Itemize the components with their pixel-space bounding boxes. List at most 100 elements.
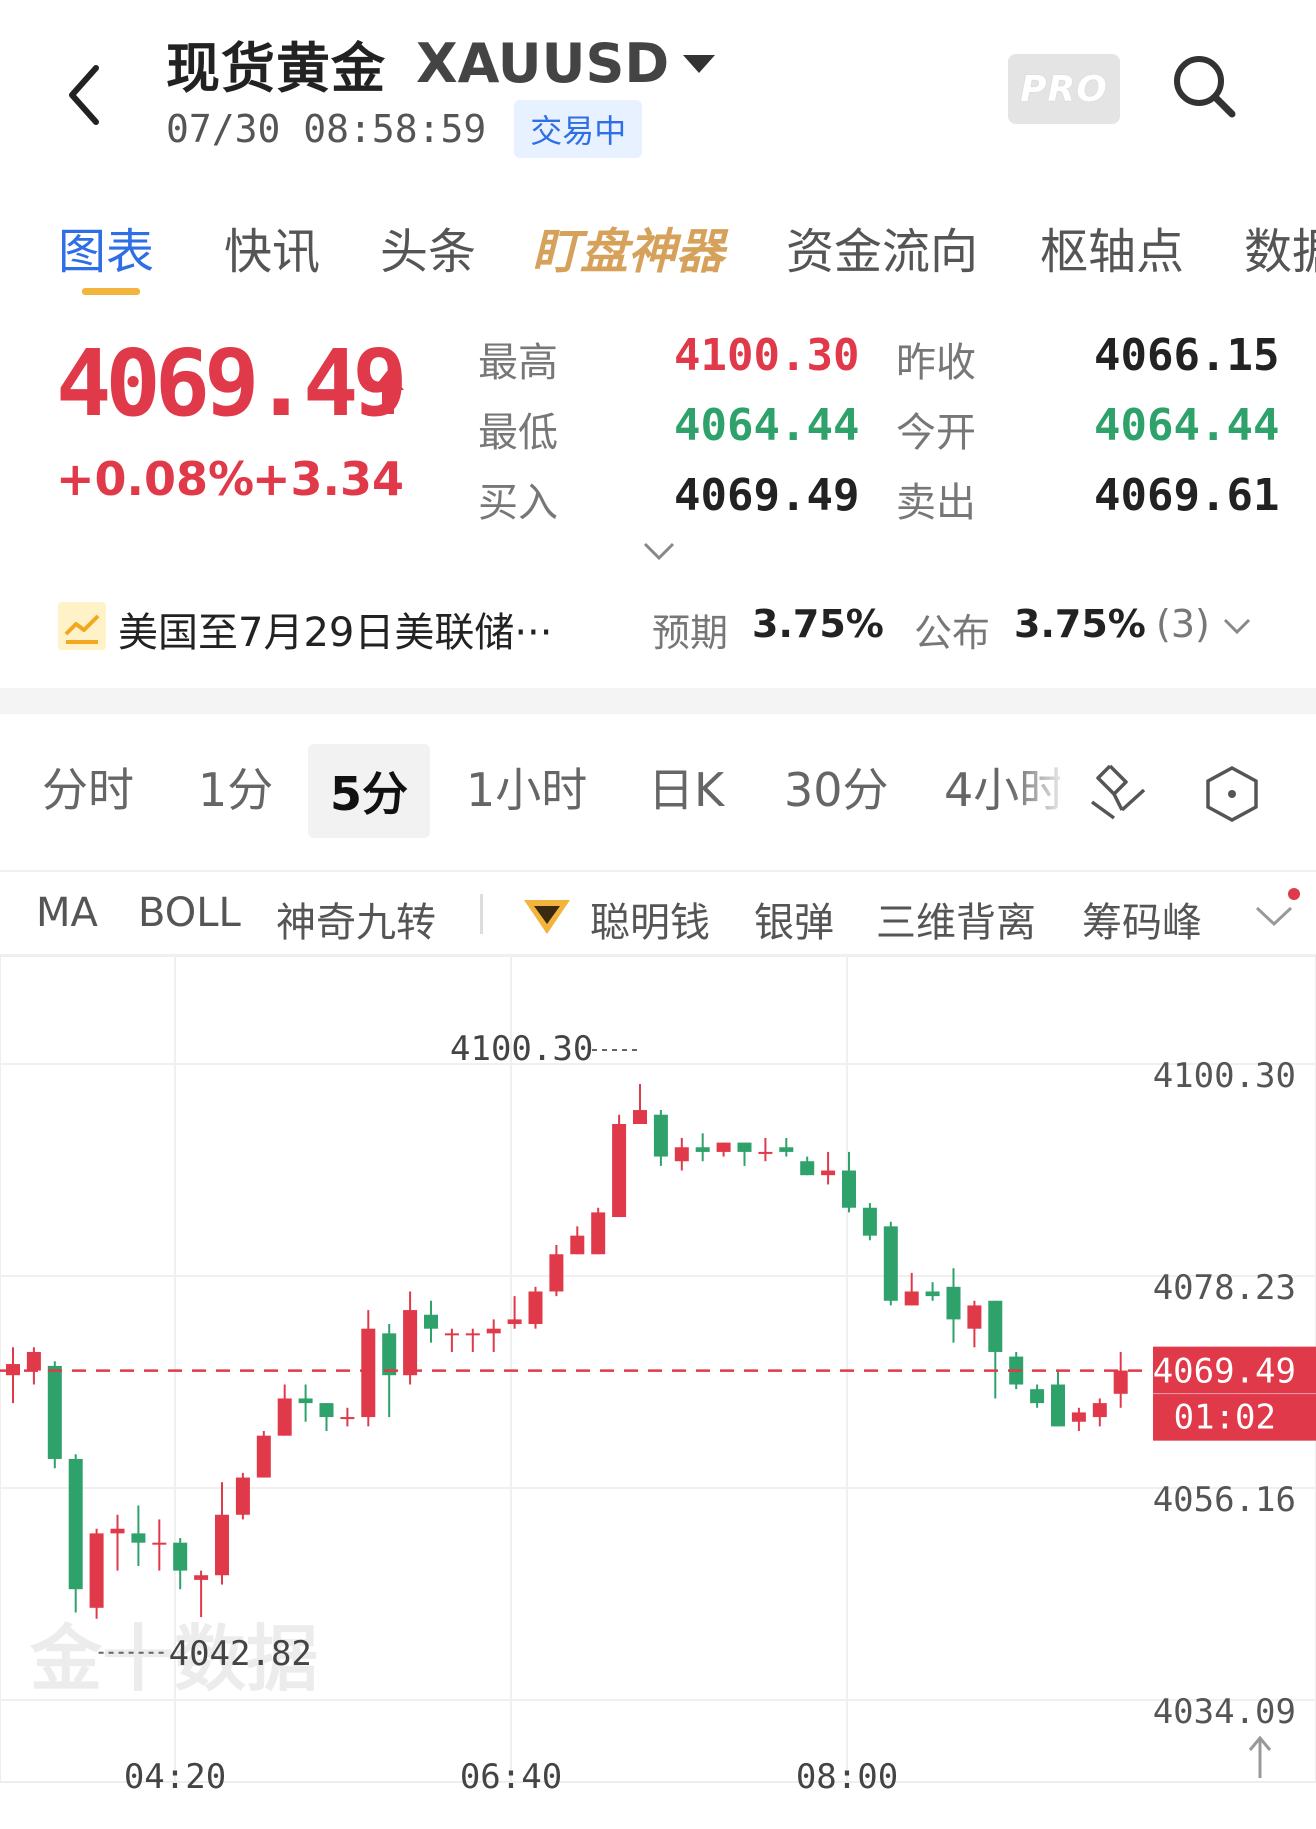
pro-button[interactable]: PRO	[1008, 54, 1120, 124]
candle-body	[382, 1333, 397, 1376]
candle-body	[235, 1477, 250, 1515]
low-value: 4064.44	[674, 400, 860, 451]
candle-body	[862, 1207, 877, 1236]
period-1hour[interactable]: 1小时	[466, 754, 587, 820]
max-price-annotation: 4100.30	[450, 1029, 593, 1069]
period-30min[interactable]: 30分	[784, 754, 889, 820]
x-tick-label: 04:20	[124, 1757, 226, 1797]
candle-body	[444, 1333, 459, 1336]
scroll-fade	[1010, 734, 1070, 844]
bid-value: 4069.49	[674, 470, 860, 521]
period-daily[interactable]: 日K	[648, 754, 724, 820]
diamond-icon	[524, 900, 570, 934]
tab-chart[interactable]: 图表	[58, 212, 154, 282]
notification-dot	[1288, 888, 1300, 900]
event-count: (3)	[1156, 602, 1210, 646]
economic-event-ticker[interactable]: 美国至7月29日美联储··· 预期 3.75% 公布 3.75% (3)	[0, 590, 1316, 670]
tab-data[interactable]: 数据	[1244, 212, 1316, 282]
published-value: 3.75%	[1014, 602, 1146, 646]
quote-panel: 4069.49 +0.08% +3.34 最高 4100.30 昨收 4066.…	[0, 330, 1316, 561]
candle-body	[1092, 1403, 1107, 1418]
back-arrow-icon[interactable]	[52, 50, 122, 140]
chevron-down-icon[interactable]	[1222, 616, 1252, 636]
tab-pivot-points[interactable]: 枢轴点	[1040, 212, 1184, 282]
quote-timestamp: 07/30 08:58:59	[166, 107, 487, 151]
x-tick-label: 06:40	[460, 1757, 562, 1797]
indicator-ma[interactable]: MA	[36, 890, 98, 936]
instrument-title: 现货黄金	[166, 37, 386, 100]
settings-hexagon-icon[interactable]	[1200, 762, 1264, 826]
expand-chevron-icon[interactable]	[642, 540, 676, 562]
candle-body	[1030, 1389, 1045, 1404]
indicator-magic-nine[interactable]: 神奇九转	[276, 890, 436, 948]
x-tick-label: 08:00	[796, 1757, 898, 1797]
sub-row: 07/30 08:58:59 交易中	[166, 100, 643, 158]
candle-body	[465, 1333, 480, 1336]
candle-body	[424, 1314, 438, 1329]
candle-body	[716, 1142, 731, 1152]
candle-body	[695, 1147, 710, 1152]
indicator-silver-bullet[interactable]: 银弹	[754, 890, 834, 948]
candle-body	[653, 1114, 668, 1157]
candle-body	[110, 1528, 125, 1534]
header: 现货黄金 XAUUSD 07/30 08:58:59 交易中 PRO	[0, 0, 1316, 175]
y-tick-label: 4034.09	[1153, 1692, 1296, 1732]
candlestick-chart[interactable]: 金十数据 4069.49 01:02 4100.30 4042.82 4100.30 4…	[0, 956, 1316, 1829]
candle-body	[528, 1291, 543, 1325]
ask-value: 4069.61	[1094, 470, 1280, 521]
bid-label: 买入	[478, 480, 558, 526]
last-price: 4069.49	[56, 330, 408, 437]
title-row[interactable]: 现货黄金 XAUUSD	[166, 24, 716, 103]
candle-body	[904, 1291, 919, 1306]
tab-fund-flow[interactable]: 资金流向	[786, 212, 978, 282]
candle-body	[633, 1110, 647, 1125]
tab-monitor-tool[interactable]: 盯盘神器	[532, 212, 724, 282]
candle-body	[361, 1328, 376, 1418]
candle-body	[173, 1542, 188, 1571]
active-tab-indicator	[82, 288, 140, 295]
indicator-bar: MA BOLL 神奇九转 聪明钱 银弹 三维背离 筹码峰	[0, 870, 1316, 956]
period-5min[interactable]: 5分	[308, 744, 431, 838]
prev-close-label: 昨收	[896, 340, 976, 386]
market-status-badge: 交易中	[514, 100, 643, 158]
candle-body	[319, 1403, 334, 1418]
candle-body	[403, 1310, 418, 1376]
indicator-chip-peak[interactable]: 筹码峰	[1082, 890, 1202, 948]
high-value: 4100.30	[674, 330, 860, 381]
chart-canvas[interactable]: 金十数据 4069.4901:024100.304042.82 4100.304…	[0, 956, 1316, 1829]
min-price-annotation: 4042.82	[169, 1634, 312, 1674]
candle-body	[883, 1226, 898, 1301]
change-absolute: +3.34	[252, 452, 405, 506]
ask-label: 卖出	[896, 480, 976, 526]
up-arrow-icon	[372, 370, 404, 414]
candle-body	[821, 1170, 836, 1176]
period-selector: 分时 1分 5分 1小时 日K 30分 4小时	[0, 714, 1316, 870]
candle-body	[1071, 1412, 1086, 1422]
expected-value: 3.75%	[752, 602, 884, 646]
candle-body	[1051, 1384, 1065, 1427]
candle-body	[256, 1435, 271, 1478]
published-label: 公布	[914, 611, 991, 655]
tab-flash-news[interactable]: 快讯	[224, 212, 320, 282]
tab-headlines[interactable]: 头条	[380, 212, 476, 282]
indicator-3d-divergence[interactable]: 三维背离	[876, 890, 1036, 948]
candle-body	[89, 1533, 104, 1608]
candle-body	[340, 1417, 355, 1420]
indicator-boll[interactable]: BOLL	[138, 890, 241, 936]
section-divider	[0, 688, 1316, 714]
period-1min[interactable]: 1分	[198, 754, 273, 820]
instrument-symbol: XAUUSD	[416, 32, 670, 95]
candle-body	[47, 1365, 62, 1459]
candle-body	[842, 1170, 856, 1208]
change-percent: +0.08%	[56, 452, 255, 506]
dropdown-caret-icon[interactable]	[683, 54, 716, 73]
indicator-smart-money[interactable]: 聪明钱	[590, 890, 710, 948]
candle-body	[26, 1351, 41, 1371]
period-timeshare[interactable]: 分时	[42, 754, 134, 820]
candle-body	[779, 1147, 794, 1152]
candle-body	[507, 1319, 522, 1325]
drawing-tool-icon[interactable]	[1088, 758, 1152, 822]
search-icon[interactable]	[1168, 50, 1240, 122]
chevron-down-icon[interactable]	[1254, 904, 1294, 928]
candle-body	[486, 1328, 501, 1334]
